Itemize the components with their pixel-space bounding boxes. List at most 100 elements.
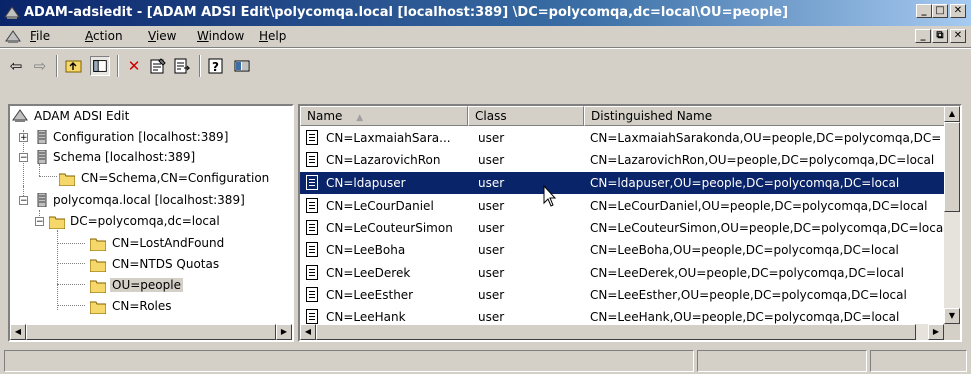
list-item[interactable]: CN=LazarovichRon user CN=LazarovichRon,O… (300, 149, 946, 171)
menu-view[interactable]: View (148, 29, 176, 43)
user-icon (306, 198, 318, 213)
user-icon (306, 287, 318, 302)
tree-node-ntds-quotas[interactable]: CN=NTDS Quotas (90, 255, 221, 274)
folder-icon (90, 259, 106, 272)
column-header-name[interactable]: Name ▲ (300, 106, 468, 126)
server-icon (37, 130, 47, 144)
tree-connector (39, 176, 57, 177)
maximize-button[interactable]: □ (932, 4, 948, 18)
collapse-button[interactable]: − (19, 153, 28, 163)
results-list[interactable]: Name ▲ Class Distinguished Name CN=Laxma… (298, 104, 962, 342)
collapse-button[interactable]: − (19, 196, 28, 206)
list-item[interactable]: CN=LeCourDaniel user CN=LeCourDaniel,OU=… (300, 195, 946, 217)
tree-node-adam-adsi-edit[interactable]: ADAM ADSI Edit (12, 107, 131, 126)
menu-bar: File Action View Window Help (0, 26, 971, 48)
status-pane-tertiary (870, 350, 967, 372)
list-item-selected[interactable]: CN=ldapuser user CN=ldapuser,OU=people,D… (300, 172, 946, 194)
list-item[interactable]: CN=LeeEsther user CN=LeeEsther,OU=people… (300, 284, 946, 306)
show-hide-console-tree-icon[interactable] (90, 56, 110, 76)
toolbar-separator (199, 55, 201, 77)
scroll-left-button[interactable]: ◀ (10, 324, 26, 340)
scroll-thumb[interactable] (26, 324, 276, 340)
scroll-right-button[interactable]: ▶ (928, 324, 944, 340)
expand-button[interactable]: + (19, 133, 28, 143)
user-icon (306, 152, 318, 167)
list-item[interactable]: CN=LeeDerek user CN=LeeDerek,OU=people,D… (300, 262, 946, 284)
column-header-class[interactable]: Class (468, 106, 584, 126)
folder-icon (90, 280, 106, 293)
adsi-edit-icon (12, 109, 28, 122)
scroll-up-button[interactable]: ▲ (944, 106, 960, 122)
menu-file[interactable]: File (30, 29, 50, 43)
menu-window[interactable]: Window (197, 29, 244, 43)
close-button[interactable]: ✕ (950, 4, 966, 18)
tree-horizontal-scrollbar[interactable]: ◀ ▶ (10, 324, 292, 340)
menu-action[interactable]: Action (85, 29, 123, 43)
sort-ascending-icon: ▲ (356, 113, 364, 123)
folder-icon (90, 238, 106, 251)
toolbar-separator (56, 55, 58, 77)
up-one-level-icon[interactable] (64, 56, 84, 76)
properties-icon[interactable] (148, 56, 168, 76)
tree-connector (57, 263, 85, 264)
tree-node-schema[interactable]: − Schema [localhost:389] (19, 148, 197, 167)
folder-icon (49, 216, 65, 229)
export-list-icon[interactable] (172, 56, 192, 76)
list-vertical-scrollbar[interactable]: ▲ ▼ (944, 106, 960, 324)
help-icon[interactable]: ? (206, 56, 226, 76)
menu-help[interactable]: Help (259, 29, 286, 43)
tree-node-dc-polycomqa[interactable]: − DC=polycomqa,dc=local (35, 212, 222, 231)
tree-node-lostandfound[interactable]: CN=LostAndFound (90, 234, 226, 253)
tree-node-configuration[interactable]: + Configuration [localhost:389] (19, 128, 230, 147)
server-icon (37, 150, 47, 164)
column-header-distinguished-name[interactable]: Distinguished Name (584, 106, 960, 126)
tree-node-schema-configuration[interactable]: CN=Schema,CN=Configuration (59, 169, 271, 188)
user-icon (306, 265, 318, 280)
tree-connector (57, 230, 58, 310)
scroll-down-button[interactable]: ▼ (944, 308, 960, 324)
user-icon (306, 130, 318, 145)
mdi-restore-button[interactable]: ⧉ (932, 29, 948, 43)
mdi-close-button[interactable]: ✕ (950, 29, 966, 43)
back-icon[interactable]: ⇦ (6, 56, 26, 76)
window-title: ADAM-adsiedit - [ADAM ADSI Edit\polycomq… (24, 5, 789, 20)
folder-icon (90, 301, 106, 314)
scroll-right-button[interactable]: ▶ (276, 324, 292, 340)
mdi-minimize-button[interactable]: _ (915, 29, 931, 43)
status-bar (0, 348, 971, 374)
user-icon (306, 242, 318, 257)
minimize-button[interactable]: _ (916, 4, 932, 18)
tree-node-roles[interactable]: CN=Roles (90, 297, 174, 316)
toolbar-separator (117, 55, 119, 77)
scroll-left-button[interactable]: ◀ (300, 324, 316, 340)
status-pane-secondary (697, 350, 867, 372)
mouse-cursor-icon (543, 185, 557, 207)
adsi-edit-icon[interactable] (5, 29, 21, 45)
tree-connector (57, 284, 85, 285)
collapse-button[interactable]: − (35, 217, 44, 227)
list-horizontal-scrollbar[interactable]: ◀ ▶ (300, 324, 944, 340)
user-icon (306, 309, 318, 324)
mmc-console-icon[interactable] (232, 56, 252, 76)
tree-node-ou-people[interactable]: OU=people (90, 276, 183, 295)
forward-icon[interactable]: ⇨ (30, 56, 50, 76)
scroll-thumb[interactable] (944, 122, 960, 212)
server-icon (37, 193, 47, 207)
svg-text:?: ? (212, 60, 219, 74)
scrollbar-corner (944, 324, 960, 340)
user-icon (306, 220, 318, 235)
scroll-thumb[interactable] (316, 324, 916, 340)
tree-node-polycomqa-local[interactable]: − polycomqa.local [localhost:389] (19, 191, 247, 210)
tree-connector (57, 305, 85, 306)
folder-icon (59, 173, 75, 186)
list-item[interactable]: CN=LeeBoha user CN=LeeBoha,OU=people,DC=… (300, 239, 946, 261)
list-item[interactable]: CN=LeCouteurSimon user CN=LeCouteurSimon… (300, 217, 946, 239)
console-tree[interactable]: ADAM ADSI Edit + Configuration [localhos… (8, 104, 294, 342)
tree-connector (57, 243, 85, 244)
status-pane-main (4, 350, 694, 372)
title-bar[interactable]: ADAM-adsiedit - [ADAM ADSI Edit\polycomq… (0, 0, 971, 26)
delete-icon[interactable]: ✕ (124, 56, 144, 76)
toolbar (0, 48, 971, 97)
list-item[interactable]: CN=LaxmaiahSara... user CN=LaxmaiahSarak… (300, 127, 946, 149)
user-icon (306, 175, 318, 190)
